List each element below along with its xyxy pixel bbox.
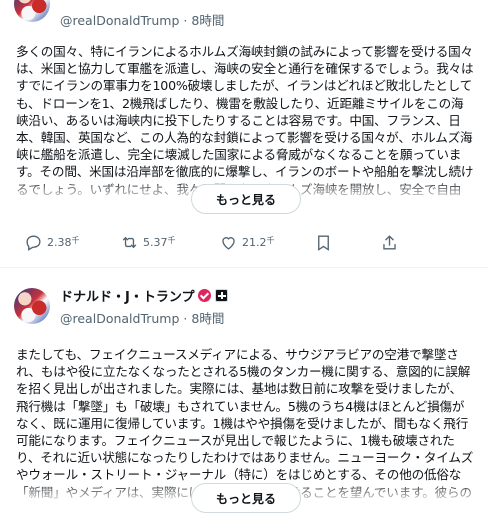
post-1[interactable]: @realDonaldTrump · 8時間 多くの国々、特にイランによるホルム…: [0, 0, 488, 266]
repost-icon: [122, 236, 137, 248]
post-text: 多くの国々、特にイランによるホルムズ海峡封鎖の試みによって影響を受ける国々は、米…: [16, 44, 474, 197]
post-text: またしても、フェイクニュースメディアによる、サウジアラビアの空港で撃墜され、もは…: [16, 347, 474, 500]
show-more-button[interactable]: もっと見る: [191, 184, 301, 214]
handle[interactable]: @realDonaldTrump: [60, 311, 179, 326]
repost-button[interactable]: 5.37千: [120, 226, 176, 258]
post-time[interactable]: 8時間: [191, 13, 224, 28]
heart-icon: [222, 236, 235, 250]
reply-icon: [26, 234, 41, 251]
display-name-row: ドナルド・J・トランプ: [60, 286, 229, 305]
post-divider: [0, 267, 488, 268]
verified-badge-icon[interactable]: [198, 289, 212, 302]
handle[interactable]: @realDonaldTrump: [60, 13, 179, 28]
post-2[interactable]: ドナルド・J・トランプ @realDonaldTrump · 8時間 またしても…: [0, 270, 488, 516]
post-header: @realDonaldTrump · 8時間: [60, 308, 224, 327]
action-bar: 2.38千 5.37千 21.2千: [0, 226, 488, 258]
post-time[interactable]: 8時間: [191, 311, 224, 326]
repost-count: 5.37千: [143, 235, 176, 249]
share-icon: [383, 234, 396, 250]
share-button[interactable]: [380, 226, 399, 258]
avatar[interactable]: [14, 288, 50, 324]
reply-count: 2.38千: [47, 235, 80, 249]
affiliate-badge-icon[interactable]: [215, 289, 229, 302]
show-more-button[interactable]: もっと見る: [191, 483, 301, 513]
bookmark-icon: [318, 234, 329, 251]
reply-button[interactable]: 2.38千: [24, 226, 80, 258]
like-button[interactable]: 21.2千: [219, 226, 275, 258]
bookmark-button[interactable]: [314, 226, 333, 258]
post-header: @realDonaldTrump · 8時間: [60, 10, 224, 29]
like-count: 21.2千: [242, 235, 275, 249]
separator-dot: ·: [183, 13, 188, 28]
separator-dot: ·: [183, 311, 188, 326]
avatar[interactable]: [14, 0, 50, 22]
display-name[interactable]: ドナルド・J・トランプ: [60, 286, 194, 305]
